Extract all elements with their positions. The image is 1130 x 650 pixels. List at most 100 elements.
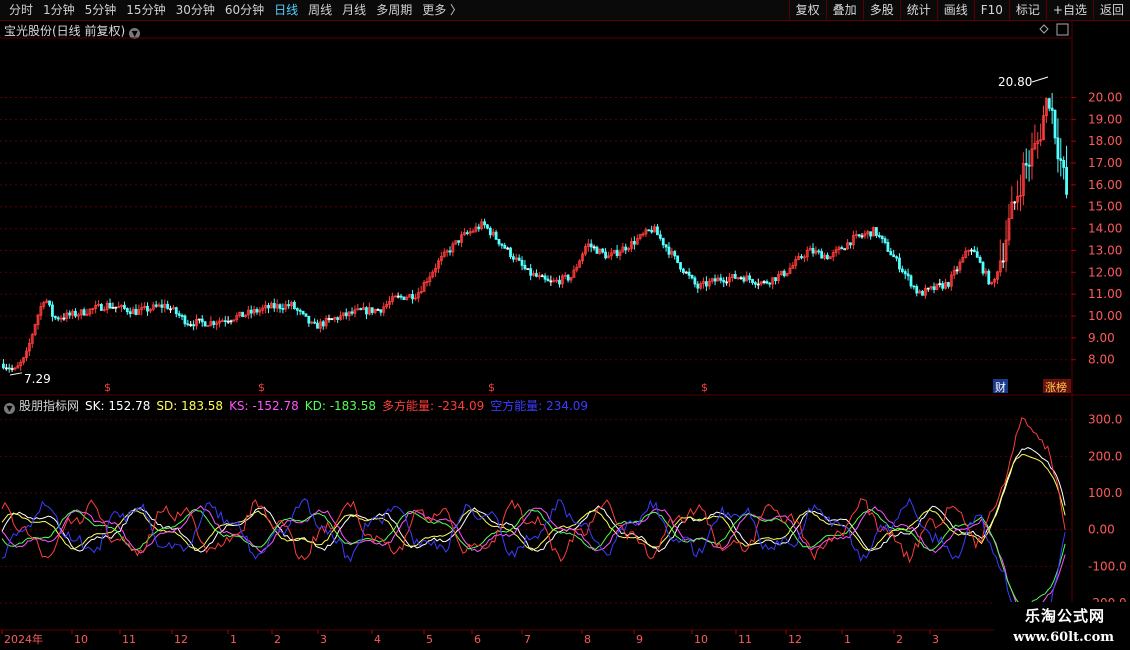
candle-body <box>886 242 890 252</box>
candle-body <box>511 256 515 260</box>
candle-body <box>448 250 452 253</box>
candle-body <box>272 303 276 309</box>
candle-body <box>203 321 207 327</box>
candle-body <box>921 290 924 296</box>
indicator-tick-label: -100.0 <box>1088 559 1127 573</box>
x-axis-label: 12 <box>174 633 188 646</box>
candle-body <box>74 310 77 317</box>
candle-body <box>321 321 325 327</box>
indicator-tick-label: 0.00 <box>1088 523 1115 537</box>
candle-body <box>820 251 824 259</box>
candle-body <box>849 242 852 246</box>
bull-energy-line <box>1 416 1066 564</box>
candle-body <box>751 279 754 284</box>
candle-body <box>7 367 11 370</box>
candle-body <box>615 249 619 256</box>
candle-body <box>782 270 786 277</box>
x-axis-label: 9 <box>636 633 643 646</box>
candle-body <box>249 309 253 314</box>
candle-body <box>978 256 982 263</box>
price-tick-label: 15.00 <box>1088 200 1122 214</box>
candle-body <box>177 313 181 316</box>
dividend-marker: $ <box>104 381 111 394</box>
x-axis-label: 11 <box>122 633 136 646</box>
bear-energy-line <box>1 497 1066 644</box>
candle-body <box>278 304 282 309</box>
candle-body <box>624 246 628 251</box>
candle-body <box>947 281 950 287</box>
candle-body <box>883 238 887 243</box>
candle-body <box>1027 164 1031 167</box>
ks-line <box>1 505 1066 613</box>
candle-body <box>82 309 86 316</box>
candle-body <box>298 309 302 312</box>
price-tick-label: 20.00 <box>1088 90 1122 104</box>
x-axis-label: 7 <box>524 633 531 646</box>
kline-chart[interactable]: 20.0019.0018.0017.0016.0015.0014.0013.00… <box>0 0 1130 650</box>
price-tick-label: 8.00 <box>1088 353 1115 367</box>
low-price-label: 7.29 <box>24 372 51 386</box>
candle-body <box>304 313 308 317</box>
candle-body <box>748 275 752 280</box>
candle-body <box>543 275 547 280</box>
candle-body <box>975 251 979 258</box>
candlestick-series <box>2 92 1068 373</box>
candle-body <box>503 244 507 249</box>
candle-body <box>267 304 270 309</box>
candle-body <box>336 317 340 320</box>
candle-body <box>56 317 60 320</box>
candle-body <box>1047 98 1051 109</box>
candle-body <box>146 305 149 312</box>
candle-body <box>592 246 596 249</box>
candle-body <box>987 270 991 285</box>
candle-body <box>589 243 593 248</box>
x-axis-label: 10 <box>74 633 88 646</box>
candle-body <box>520 259 524 266</box>
candle-body <box>255 309 259 313</box>
candle-body <box>981 261 985 274</box>
indicator-tick-label: 300.0 <box>1088 413 1122 427</box>
price-tick-label: 14.00 <box>1088 222 1122 236</box>
candle-body <box>1059 158 1063 161</box>
x-axis-label: 2 <box>274 633 281 646</box>
candle-body <box>53 315 57 319</box>
x-axis-label: 10 <box>694 633 708 646</box>
candle-body <box>1050 107 1054 111</box>
candle-body <box>123 304 126 309</box>
candle-body <box>540 275 544 278</box>
candle-body <box>768 282 772 285</box>
candle-body <box>535 273 538 277</box>
candle-body <box>186 323 190 326</box>
candle-body <box>1024 163 1028 166</box>
candle-body <box>972 249 976 253</box>
candle-body <box>601 248 605 253</box>
candle-body <box>869 231 873 237</box>
watermark-url: www.60lt.com <box>1013 630 1114 645</box>
candle-body <box>817 250 821 253</box>
finance-badge-text: 财 <box>995 380 1006 394</box>
candle-body <box>875 227 878 236</box>
candle-body <box>693 277 697 285</box>
candle-body <box>359 308 363 311</box>
x-axis-label: 3 <box>932 633 939 646</box>
candle-body <box>457 240 461 243</box>
candle-body <box>673 251 677 257</box>
candle-body <box>379 309 383 313</box>
candle-body <box>477 226 481 230</box>
candle-body <box>658 234 662 239</box>
candle-body <box>661 237 665 246</box>
candle-body <box>632 241 636 245</box>
candle-body <box>134 308 138 315</box>
candle-body <box>857 234 861 237</box>
indicator-series <box>1 416 1066 644</box>
price-tick-label: 16.00 <box>1088 178 1122 192</box>
dividend-marker: $ <box>701 381 708 394</box>
candle-body <box>664 244 668 248</box>
candle-body <box>722 279 726 283</box>
candle-body <box>1013 201 1017 204</box>
candle-body <box>125 308 129 313</box>
indicator-tick-label: 100.0 <box>1088 486 1122 500</box>
candle-body <box>301 310 305 315</box>
candle-body <box>68 312 72 316</box>
candle-body <box>765 281 769 284</box>
